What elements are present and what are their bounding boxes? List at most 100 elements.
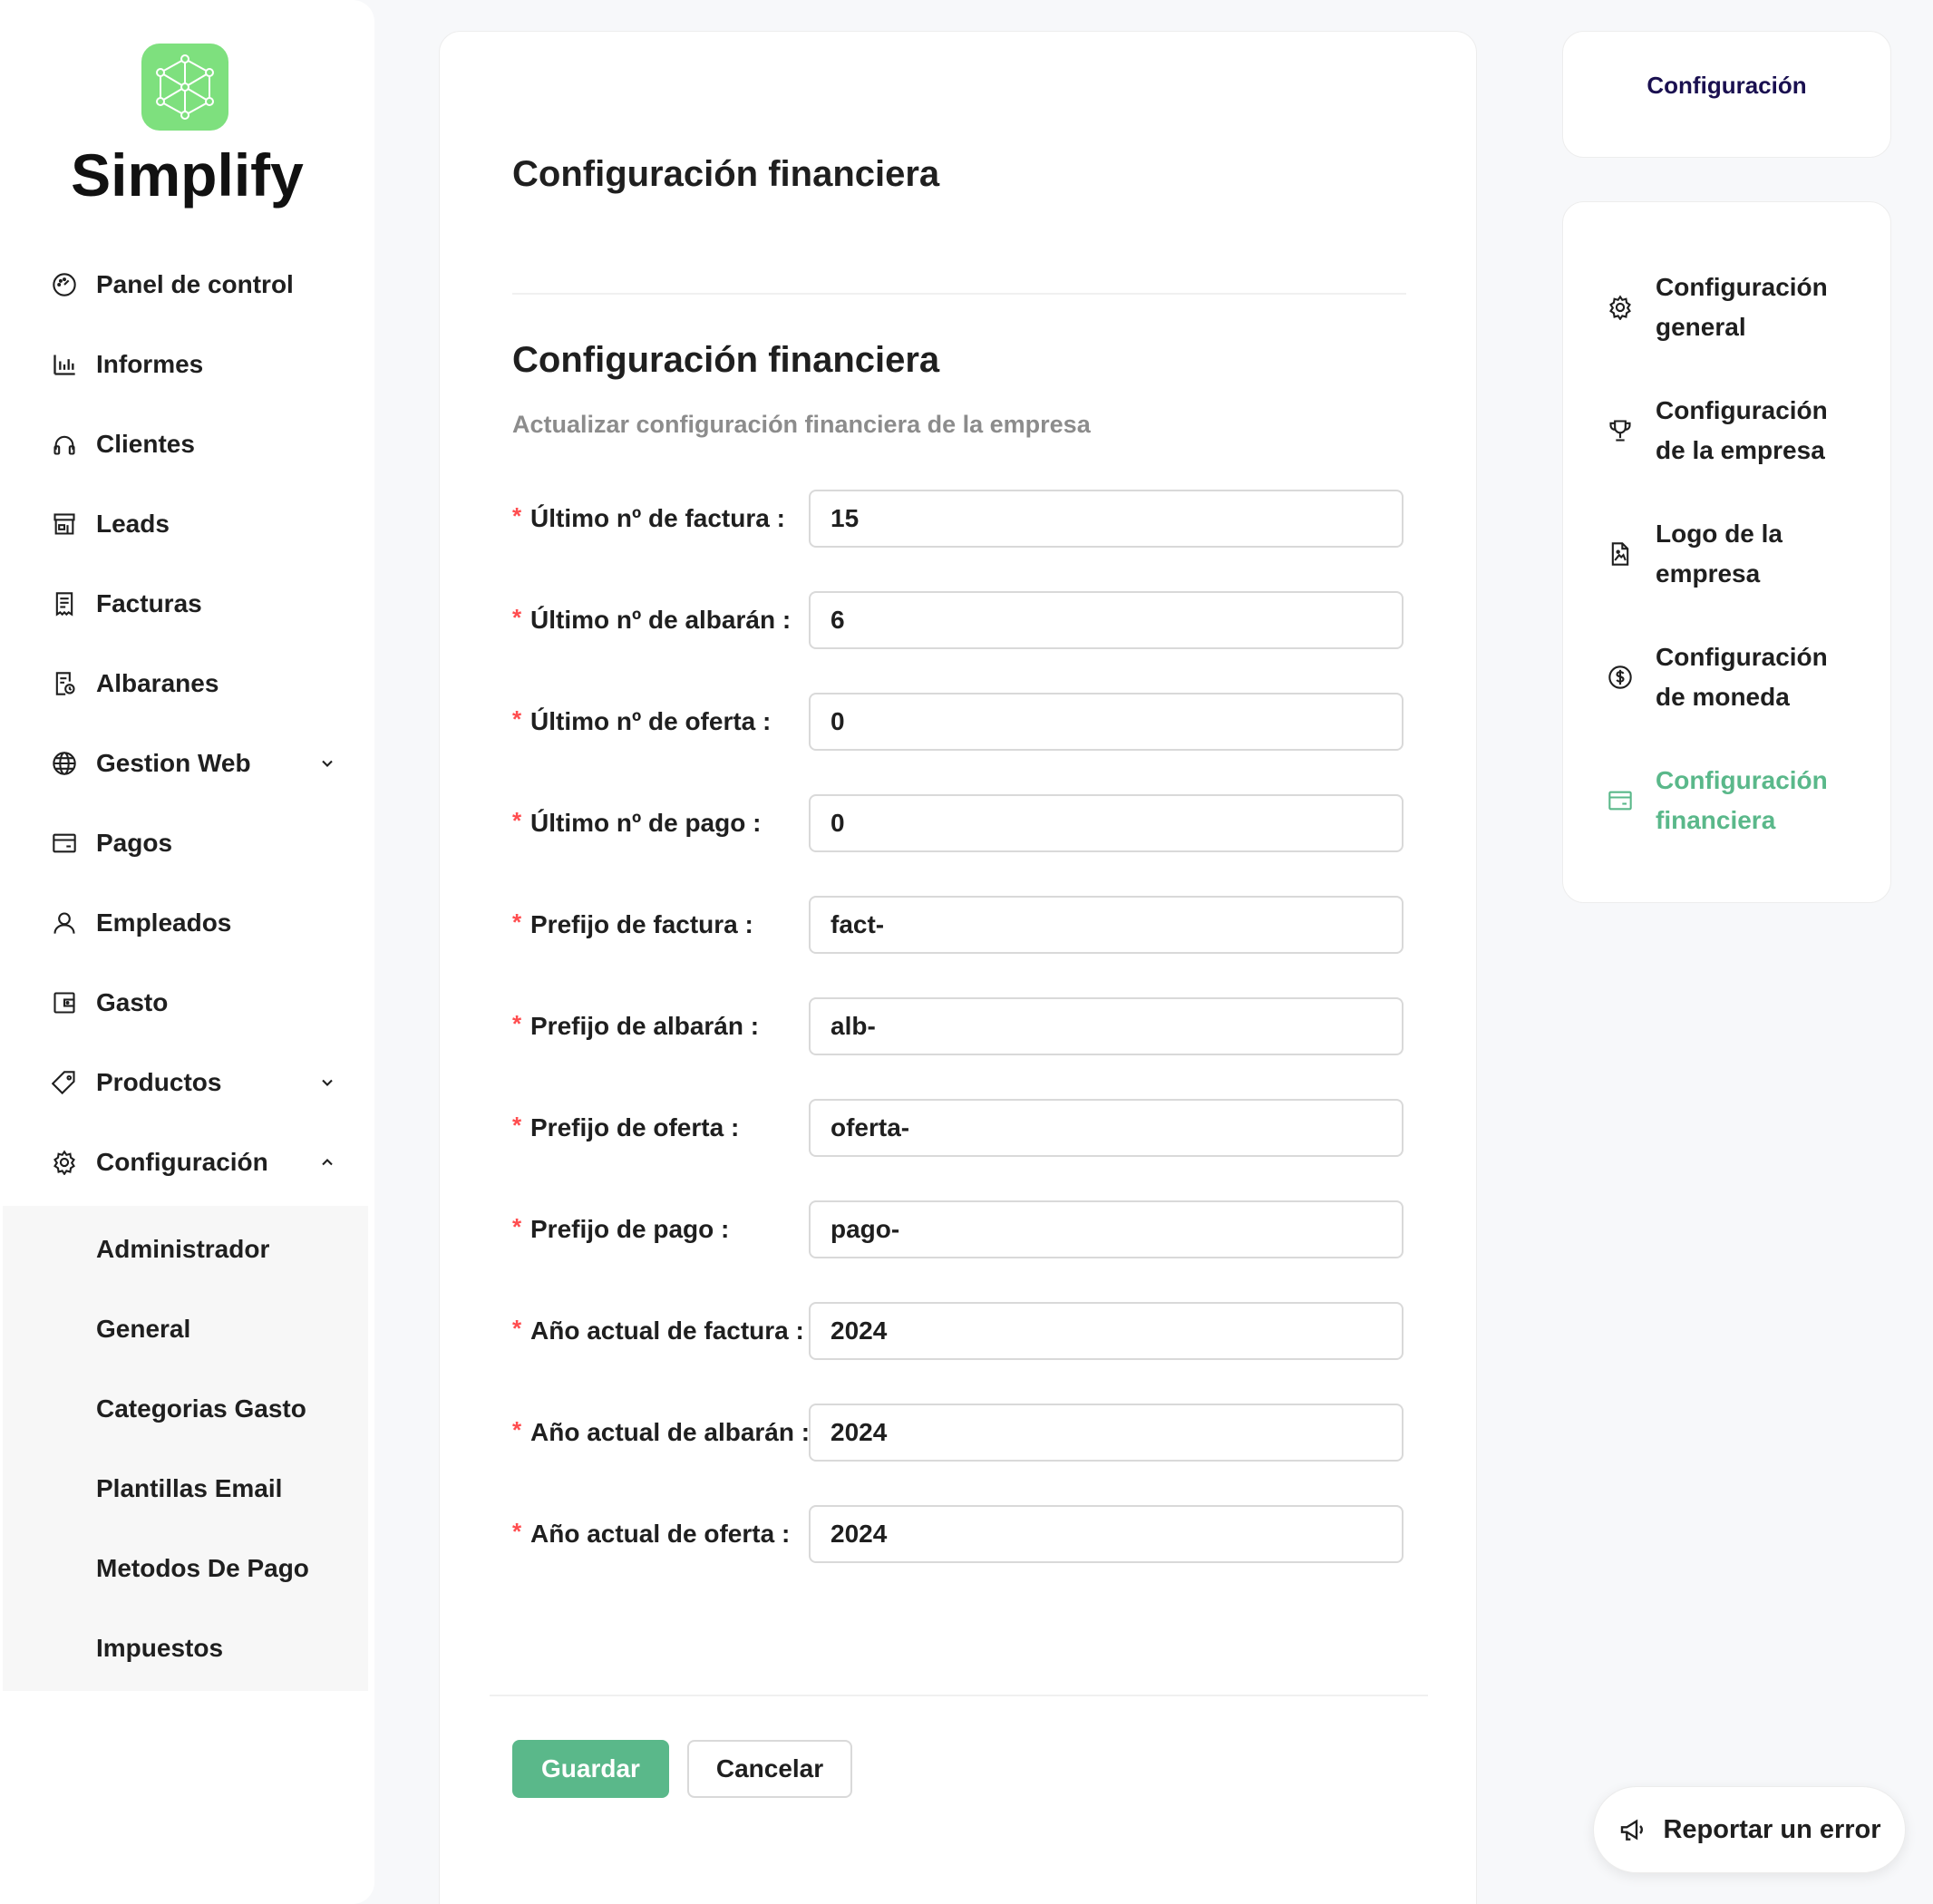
field-label: Último nº de albarán : — [530, 606, 792, 634]
sidebar: Simplify Panel de control Informes Clien… — [0, 0, 374, 1904]
sidebar-item-label: Configuración — [96, 1148, 268, 1176]
form-row-prefijo-pago: * Prefijo de pago : — [512, 1200, 1406, 1258]
receipt-icon — [51, 590, 78, 617]
sidebar-item-pagos[interactable]: Pagos — [51, 816, 341, 870]
settings-nav: Configuración general Configuración de l… — [1562, 201, 1891, 903]
main-card: Configuración financiera Configuración f… — [439, 31, 1477, 1904]
submenu-item-categorias-gasto[interactable]: Categorias Gasto — [96, 1391, 306, 1427]
settings-nav-label: Configuración de moneda — [1656, 643, 1828, 711]
tag-icon — [51, 1069, 78, 1096]
field-label: Prefijo de pago : — [530, 1215, 730, 1243]
sidebar-item-panel-de-control[interactable]: Panel de control — [51, 257, 341, 312]
form-row-ultimo-albaran: * Último nº de albarán : — [512, 591, 1406, 649]
settings-header-title: Configuración — [1646, 72, 1807, 99]
field-label: Año actual de oferta : — [530, 1520, 791, 1548]
submenu-item-administrador[interactable]: Administrador — [96, 1231, 269, 1268]
globe-icon — [51, 750, 78, 777]
sidebar-item-albaranes[interactable]: Albaranes — [51, 656, 341, 711]
sidebar-item-empleados[interactable]: Empleados — [51, 896, 341, 950]
required-mark: * — [512, 1213, 522, 1240]
ano-factura-input[interactable] — [809, 1302, 1404, 1360]
settings-nav-label: Configuración de la empresa — [1656, 396, 1828, 464]
settings-nav-label: Logo de la empresa — [1656, 520, 1782, 588]
sidebar-item-label: Facturas — [96, 589, 202, 617]
field-label: Prefijo de oferta : — [530, 1113, 740, 1141]
field-label: Último nº de factura : — [530, 504, 785, 532]
megaphone-icon — [1617, 1814, 1648, 1845]
divider — [512, 293, 1406, 295]
network-cube-icon — [156, 54, 214, 120]
form-row-ultimo-factura: * Último nº de factura : — [512, 490, 1406, 548]
chevron-up-icon[interactable] — [314, 1149, 341, 1176]
submenu-item-plantillas-email[interactable]: Plantillas Email — [96, 1471, 282, 1507]
credit-card-icon — [51, 830, 78, 857]
sidebar-item-label: Empleados — [96, 908, 232, 937]
ano-albaran-input[interactable] — [809, 1404, 1404, 1462]
sidebar-item-label: Clientes — [96, 430, 195, 458]
sidebar-item-configuracion[interactable]: Configuración — [51, 1135, 341, 1190]
section-subtitle: Actualizar configuración financiera de l… — [512, 411, 1091, 438]
brand-name: Simplify — [71, 141, 304, 209]
save-button[interactable]: Guardar — [512, 1740, 669, 1798]
sidebar-item-clientes[interactable]: Clientes — [51, 417, 341, 471]
cancel-button[interactable]: Cancelar — [687, 1740, 852, 1798]
prefijo-pago-input[interactable] — [809, 1200, 1404, 1258]
sidebar-item-productos[interactable]: Productos — [51, 1055, 341, 1110]
submenu-item-metodos-de-pago[interactable]: Metodos De Pago — [96, 1550, 309, 1587]
storefront-icon — [51, 510, 78, 538]
submenu-item-impuestos[interactable]: Impuestos — [96, 1630, 223, 1666]
gear-icon — [51, 1149, 78, 1176]
dollar-circle-icon — [1607, 664, 1634, 691]
ultimo-oferta-input[interactable] — [809, 693, 1404, 751]
logo[interactable] — [141, 44, 228, 131]
form-row-prefijo-oferta: * Prefijo de oferta : — [512, 1099, 1406, 1157]
required-mark: * — [512, 1010, 522, 1037]
section-title: Configuración financiera — [512, 340, 940, 380]
report-error-button[interactable]: Reportar un error — [1593, 1786, 1906, 1873]
prefijo-albaran-input[interactable] — [809, 997, 1404, 1055]
sidebar-item-gasto[interactable]: Gasto — [51, 976, 341, 1030]
form-row-ano-albaran: * Año actual de albarán : — [512, 1404, 1406, 1462]
required-mark: * — [512, 1112, 522, 1139]
sidebar-item-label: Leads — [96, 510, 170, 538]
sidebar-item-gestion-web[interactable]: Gestion Web — [51, 736, 341, 791]
settings-nav-moneda[interactable]: Configuración de moneda — [1607, 637, 1870, 717]
sidebar-item-label: Gestion Web — [96, 749, 251, 777]
sidebar-item-leads[interactable]: Leads — [51, 497, 341, 551]
required-mark: * — [512, 1416, 522, 1443]
settings-nav-empresa[interactable]: Configuración de la empresa — [1607, 391, 1870, 471]
sidebar-item-informes[interactable]: Informes — [51, 337, 341, 392]
trophy-icon — [1607, 417, 1634, 444]
prefijo-oferta-input[interactable] — [809, 1099, 1404, 1157]
sidebar-item-label: Gasto — [96, 988, 169, 1016]
required-mark: * — [512, 705, 522, 733]
file-image-icon — [1607, 540, 1634, 568]
settings-nav-label: Configuración financiera — [1656, 766, 1828, 834]
field-label: Año actual de albarán : — [530, 1418, 811, 1446]
settings-nav-logo[interactable]: Logo de la empresa — [1607, 514, 1870, 594]
report-error-label: Reportar un error — [1663, 1814, 1881, 1844]
sidebar-item-facturas[interactable]: Facturas — [51, 577, 341, 631]
sidebar-item-label: Albaranes — [96, 669, 219, 697]
dashboard-gauge-icon — [51, 271, 78, 298]
sidebar-item-label: Informes — [96, 350, 204, 378]
chevron-down-icon[interactable] — [314, 750, 341, 777]
settings-nav-general[interactable]: Configuración general — [1607, 267, 1870, 347]
field-label: Último nº de pago : — [530, 809, 762, 837]
field-label: Último nº de oferta : — [530, 707, 772, 735]
sidebar-item-label: Productos — [96, 1068, 222, 1096]
submenu-item-general[interactable]: General — [96, 1311, 190, 1347]
settings-nav-financiera[interactable]: Configuración financiera — [1607, 761, 1870, 840]
prefijo-factura-input[interactable] — [809, 896, 1404, 954]
form-row-ultimo-pago: * Último nº de pago : — [512, 794, 1406, 852]
chevron-down-icon[interactable] — [314, 1069, 341, 1096]
ultimo-albaran-input[interactable] — [809, 591, 1404, 649]
page-title: Configuración financiera — [512, 154, 940, 194]
form-row-ano-factura: * Año actual de factura : — [512, 1302, 1406, 1360]
ultimo-pago-input[interactable] — [809, 794, 1404, 852]
ano-oferta-input[interactable] — [809, 1505, 1404, 1563]
ultimo-factura-input[interactable] — [809, 490, 1404, 548]
form-row-prefijo-albaran: * Prefijo de albarán : — [512, 997, 1406, 1055]
sidebar-item-label: Pagos — [96, 829, 173, 857]
field-label: Prefijo de albarán : — [530, 1012, 760, 1040]
